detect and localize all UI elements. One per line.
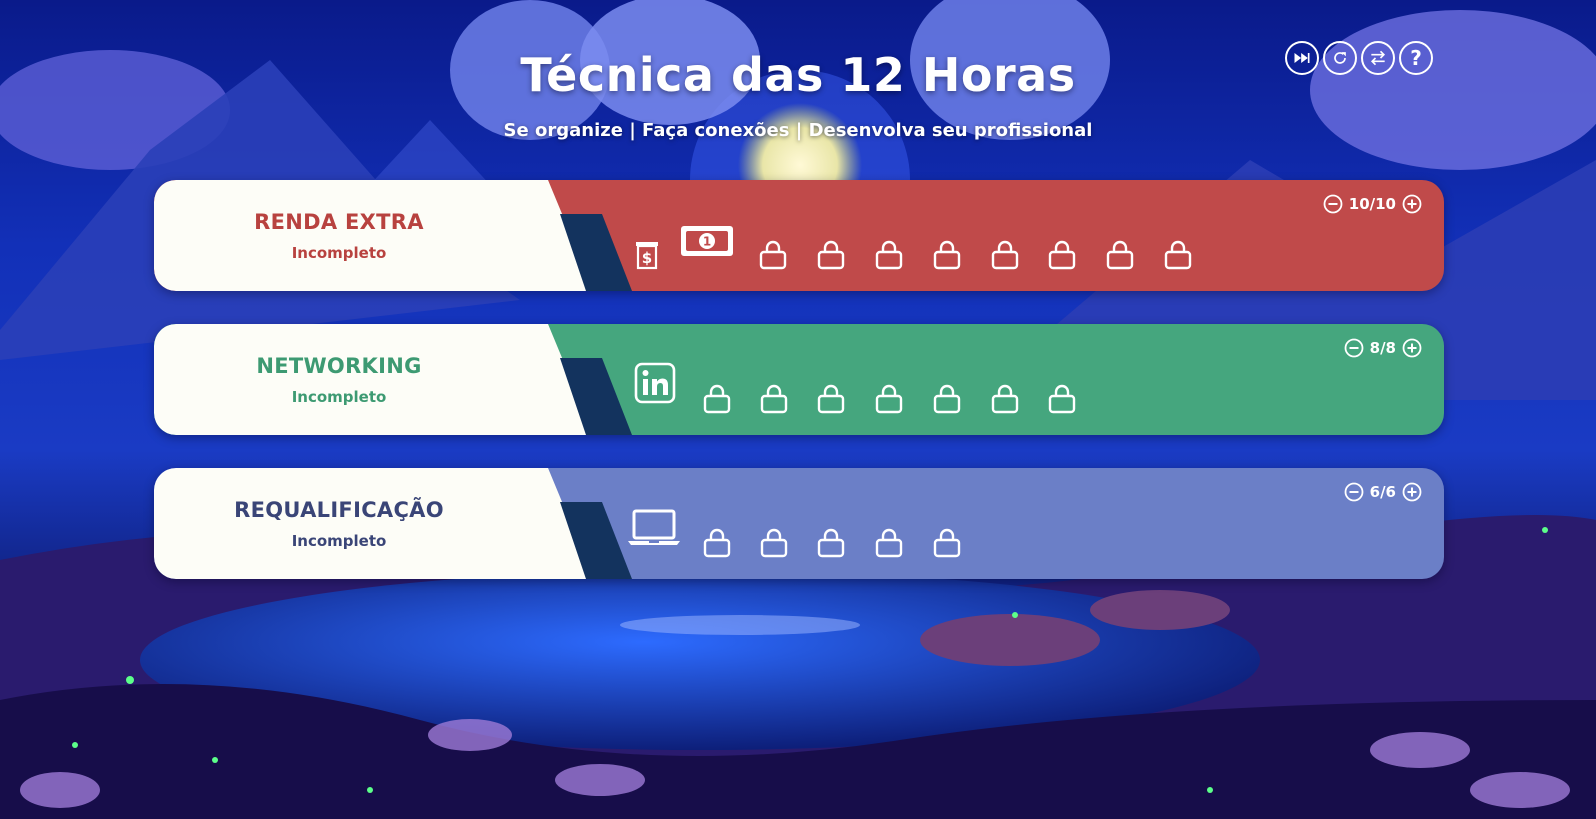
lock-icon <box>933 528 961 558</box>
card-counter: 6/6 <box>1344 482 1422 502</box>
card-label-panel <box>154 468 594 579</box>
card-status: Incompleto <box>291 388 387 406</box>
lock-icon <box>933 384 961 414</box>
lock-icon <box>703 384 731 414</box>
top-controls: ? <box>1285 41 1433 75</box>
receipt-dollar-icon[interactable]: $ <box>634 240 660 270</box>
fast-forward-icon <box>1294 53 1310 63</box>
card-counter: 8/8 <box>1344 338 1422 358</box>
plus-circle-icon <box>1402 338 1422 358</box>
minus-circle-icon <box>1323 194 1343 214</box>
card-label-panel <box>154 180 594 291</box>
help-button[interactable]: ? <box>1399 41 1433 75</box>
lock-icon <box>1048 384 1076 414</box>
refresh-icon <box>1334 52 1346 64</box>
minus-circle-icon <box>1344 338 1364 358</box>
lock-icon <box>817 384 845 414</box>
counter-value: 8/8 <box>1369 339 1396 357</box>
reset-button[interactable] <box>1323 41 1357 75</box>
plus-circle-icon <box>1402 482 1422 502</box>
increment-button[interactable] <box>1402 482 1422 502</box>
linkedin-icon[interactable] <box>634 362 676 404</box>
card-status: Incompleto <box>291 532 387 550</box>
lock-icon <box>875 528 903 558</box>
card-title: NETWORKING <box>256 354 422 378</box>
decrement-button[interactable] <box>1344 482 1364 502</box>
counter-value: 6/6 <box>1369 483 1396 501</box>
decrement-button[interactable] <box>1323 194 1343 214</box>
decrement-button[interactable] <box>1344 338 1364 358</box>
lock-icon <box>933 240 961 270</box>
card-renda-extra: RENDA EXTRA Incompleto 10/10 $ 1 <box>154 180 1444 291</box>
banknote-icon[interactable]: 1 <box>680 224 734 258</box>
lock-icon <box>991 240 1019 270</box>
lock-icon <box>759 240 787 270</box>
swap-button[interactable] <box>1361 41 1395 75</box>
skip-button[interactable] <box>1285 41 1319 75</box>
laptop-icon[interactable] <box>626 508 682 548</box>
minus-circle-icon <box>1344 482 1364 502</box>
lock-icon <box>875 240 903 270</box>
card-counter: 10/10 <box>1323 194 1422 214</box>
counter-value: 10/10 <box>1348 195 1396 213</box>
increment-button[interactable] <box>1402 194 1422 214</box>
svg-text:$: $ <box>642 249 652 267</box>
lock-icon <box>703 528 731 558</box>
card-requalificacao: REQUALIFICAÇÃO Incompleto 6/6 <box>154 468 1444 579</box>
lock-icon <box>760 384 788 414</box>
page-subtitle: Se organize | Faça conexões | Desenvolva… <box>503 120 1093 141</box>
lock-icon <box>1106 240 1134 270</box>
card-title: RENDA EXTRA <box>254 210 424 234</box>
lock-icon <box>991 384 1019 414</box>
lock-icon <box>817 528 845 558</box>
plus-circle-icon <box>1402 194 1422 214</box>
swap-arrows-icon <box>1370 50 1386 66</box>
lock-icon <box>1048 240 1076 270</box>
card-networking: NETWORKING Incompleto 8/8 <box>154 324 1444 435</box>
lock-icon <box>1164 240 1192 270</box>
card-title: REQUALIFICAÇÃO <box>234 498 444 522</box>
help-label: ? <box>1410 46 1422 70</box>
card-label-panel <box>154 324 594 435</box>
lock-icon <box>875 384 903 414</box>
card-status: Incompleto <box>291 244 387 262</box>
increment-button[interactable] <box>1402 338 1422 358</box>
lock-icon <box>760 528 788 558</box>
lock-icon <box>817 240 845 270</box>
svg-text:1: 1 <box>703 235 711 249</box>
